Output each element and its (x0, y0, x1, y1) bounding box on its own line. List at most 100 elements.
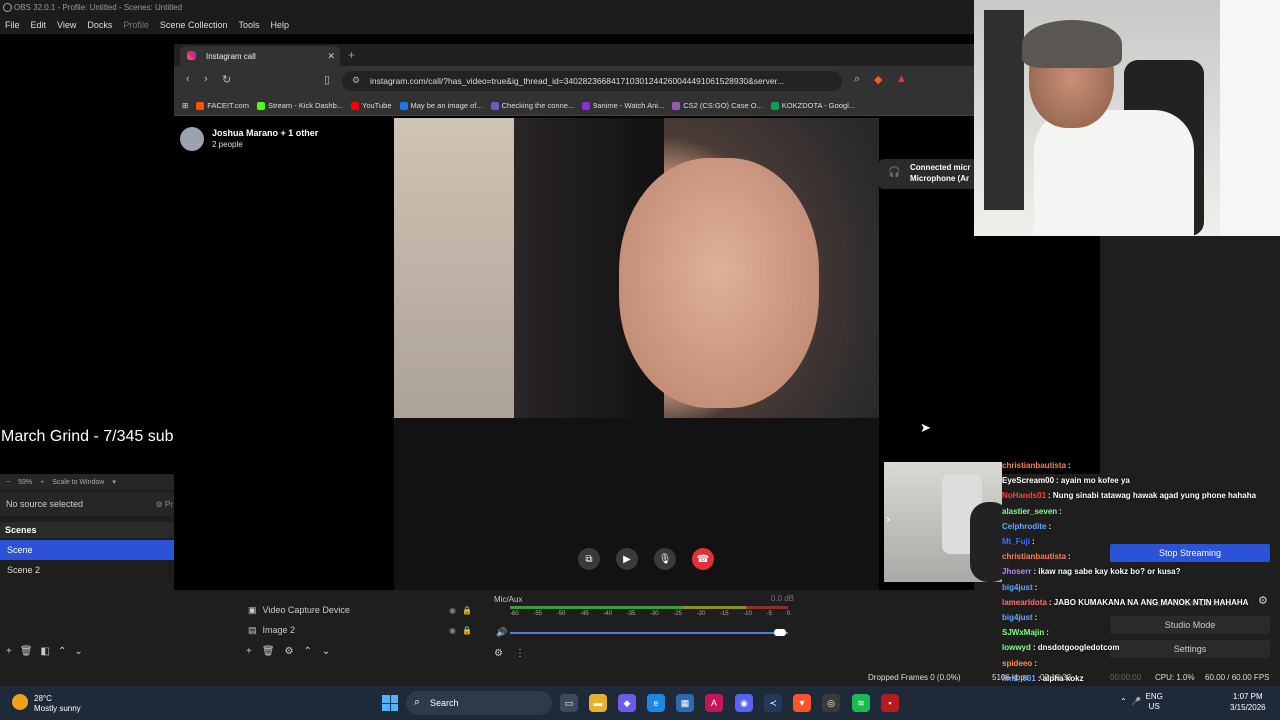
address-bar[interactable]: ⚙ instagram.com/call/?has_video=true&ig_… (342, 71, 842, 91)
chat-username: lamearldota (1002, 597, 1047, 607)
zoom-in-button[interactable]: + (40, 479, 44, 486)
windows-start-icon[interactable] (382, 695, 398, 711)
menu-file[interactable]: File (5, 20, 20, 30)
add-source-button[interactable]: + (246, 646, 252, 657)
taskbar-search[interactable]: ⌕ Search (406, 691, 552, 715)
youtube-icon (351, 101, 360, 110)
task-view-icon[interactable]: ▭ (560, 694, 578, 712)
self-view-video[interactable]: › (884, 462, 1010, 582)
clock-time: 1:07 PM (1232, 692, 1263, 701)
video-camera-icon[interactable]: ▶ (616, 548, 638, 570)
volume-slider-knob[interactable] (774, 629, 786, 636)
meter-ticks: -60 -55 -50 -45 -40 -35 -30 -25 -20 -15 … (510, 611, 790, 617)
visibility-lock-icons[interactable]: ◉🔒 (449, 606, 478, 615)
tick: -45 (579, 611, 589, 617)
file-explorer-icon[interactable]: ▬ (589, 694, 607, 712)
rewards-icon[interactable]: ▲ (896, 73, 907, 85)
bookmark-youtube[interactable]: YouTube (351, 101, 392, 110)
language-indicator[interactable]: ENG US (1146, 692, 1163, 712)
chat-username: lowwyd (1002, 643, 1031, 653)
system-tray[interactable]: ⌃ 🎤 ENG US (1120, 692, 1163, 712)
chevron-right-icon[interactable]: › (886, 512, 890, 526)
brave-shield-icon[interactable]: ◆ (874, 73, 882, 86)
tab-instagram-call[interactable]: Instagram call ✕ (180, 46, 340, 66)
site-settings-icon[interactable]: ⚙ (352, 75, 360, 86)
store-icon[interactable]: ▦ (676, 694, 694, 712)
trash-icon[interactable]: 🗑 (262, 646, 275, 657)
move-up-button[interactable]: ⌃ (58, 646, 66, 662)
microphone-icon[interactable]: 🎙 (654, 548, 676, 570)
menu-docks[interactable]: Docks (87, 20, 112, 30)
zoom-out-button[interactable]: − (6, 479, 10, 486)
scene-toolbar: + 🗑 ◧ ⌃ ⌄ (0, 646, 175, 662)
forward-icon[interactable]: › (204, 73, 208, 85)
source-item-image-2[interactable]: ▤ Image 2 ◉🔒 (248, 621, 478, 639)
browser-toolbar: ‹ › ↻ ▯ ⚙ instagram.com/call/?has_video=… (174, 66, 974, 96)
reload-icon[interactable]: ↻ (222, 73, 231, 86)
close-icon[interactable]: ✕ (327, 51, 335, 62)
apps-grid-icon[interactable]: ⊞ (182, 101, 188, 110)
brave-icon[interactable]: ▼ (793, 694, 811, 712)
share-screen-icon[interactable]: ⧉ (578, 548, 600, 570)
more-options-icon[interactable]: ⋮ (515, 648, 525, 659)
gear-icon[interactable]: ⚙ (285, 646, 294, 657)
bookmark-checking[interactable]: Checking the conne... (490, 101, 574, 110)
volume-slider[interactable] (510, 629, 788, 636)
menu-profile[interactable]: Profile (123, 20, 149, 30)
zoom-icon[interactable]: ⌕ (854, 73, 860, 86)
app-a-icon[interactable]: A (705, 694, 723, 712)
visibility-lock-icons[interactable]: ◉🔒 (449, 626, 478, 635)
edge-icon[interactable]: e (647, 694, 665, 712)
menu-help[interactable]: Help (270, 20, 289, 30)
move-down-button[interactable]: ⌄ (322, 646, 330, 657)
menu-scene-collection[interactable]: Scene Collection (160, 20, 228, 30)
bookmark-faceit[interactable]: FACEIT.com (196, 101, 249, 110)
spotify-icon[interactable]: ≋ (852, 694, 870, 712)
weather-temp: 28°C (34, 694, 52, 703)
browser-window: Instagram call ✕ + ‹ › ↻ ▯ ⚙ instagram.c… (174, 44, 1010, 590)
chat-username: alastier_seven (1002, 506, 1058, 516)
obs-icon[interactable]: ◎ (822, 694, 840, 712)
move-down-button[interactable]: ⌄ (74, 646, 82, 662)
add-scene-button[interactable]: + (6, 646, 12, 662)
trash-icon[interactable]: 🗑 (20, 646, 33, 662)
bookmark-label: Stream - Kick Dashb... (267, 101, 344, 110)
scale-mode-select[interactable]: Scale to Window (52, 479, 104, 486)
menu-tools[interactable]: Tools (238, 20, 259, 30)
headphones-icon: 🎧 (888, 167, 901, 178)
tick: -25 (673, 611, 682, 617)
mixer-toolbar: ⚙ ⋮ (494, 648, 525, 659)
back-icon[interactable]: ‹ (186, 73, 190, 85)
search-icon: ⌕ (414, 696, 421, 708)
weather-widget[interactable]: 28°C Mostly sunny (12, 694, 81, 714)
webcam-subject-body (1034, 110, 1194, 236)
facebook-icon (399, 101, 408, 110)
vscode-icon[interactable]: ≺ (764, 694, 782, 712)
end-call-icon[interactable]: ☎ (692, 548, 714, 570)
bookmark-kokzdota[interactable]: KOKZDOTA - Googl... (770, 101, 855, 110)
weather-sun-icon (12, 694, 28, 710)
scene-item-scene[interactable]: Scene (0, 540, 175, 560)
bookmark-facebook[interactable]: May be an image of... (399, 101, 483, 110)
bookmark-9anime[interactable]: 9anime - Watch Ani... (582, 101, 664, 110)
chevron-down-icon[interactable]: ▾ (112, 478, 116, 486)
scene-item-scene-2[interactable]: Scene 2 (0, 560, 175, 580)
taskbar-clock[interactable]: 1:07 PM 3/15/2026 (1230, 691, 1266, 713)
speaker-icon[interactable]: 🔊 (496, 627, 507, 638)
properties-button[interactable]: ⚙ Pr (156, 500, 175, 509)
menu-view[interactable]: View (57, 20, 76, 30)
new-tab-button[interactable]: + (348, 48, 355, 62)
lang-2: US (1148, 702, 1160, 711)
discord-icon[interactable]: ◉ (735, 694, 753, 712)
source-item-video-capture[interactable]: ▣ Video Capture Device ◉🔒 (248, 601, 478, 619)
gear-icon[interactable]: ⚙ (494, 648, 503, 659)
bookmark-icon[interactable]: ▯ (324, 73, 330, 86)
menu-edit[interactable]: Edit (31, 20, 47, 30)
move-up-button[interactable]: ⌃ (304, 646, 312, 657)
app-icon[interactable]: ▪ (881, 694, 899, 712)
bookmark-cs2[interactable]: CS2 (CS:GO) Case O... (672, 101, 763, 110)
copilot-icon[interactable]: ◆ (618, 694, 636, 712)
bookmark-kick[interactable]: Stream - Kick Dashb... (256, 101, 344, 110)
filter-icon[interactable]: ◧ (41, 646, 50, 662)
chat-text: : (1046, 628, 1049, 638)
